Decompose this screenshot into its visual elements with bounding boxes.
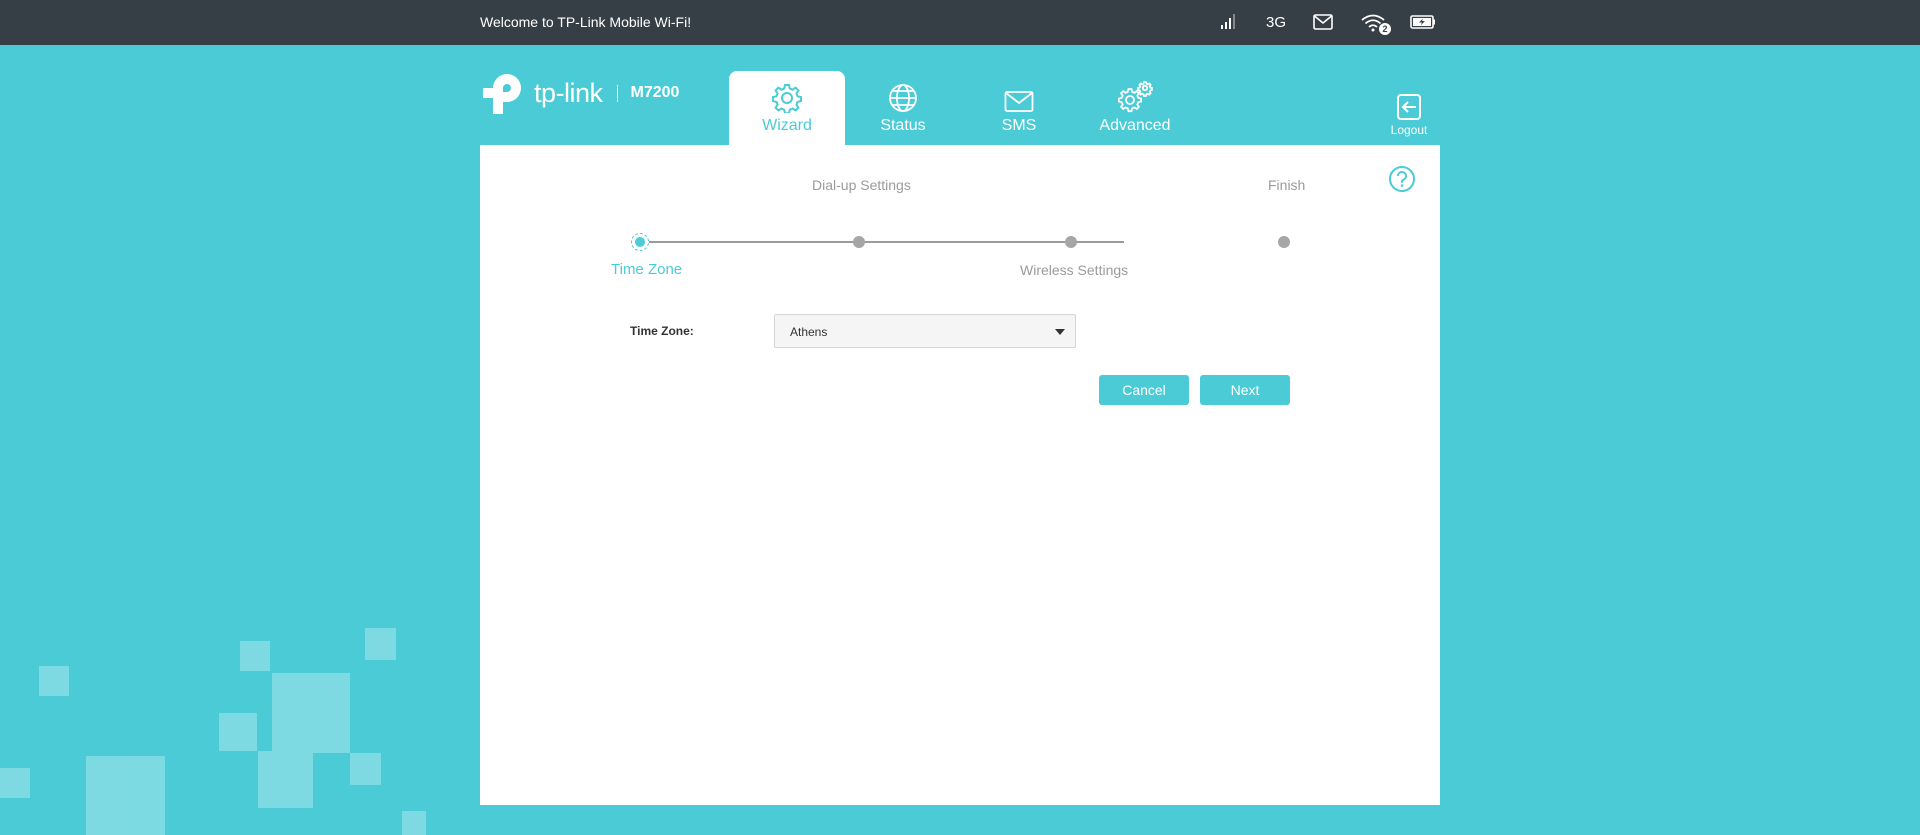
logout-button[interactable]: Logout	[1390, 93, 1428, 137]
chevron-down-icon	[1055, 329, 1065, 335]
welcome-text: Welcome to TP-Link Mobile Wi-Fi!	[480, 14, 692, 30]
step-label-time-zone: Time Zone	[611, 261, 683, 278]
step-dot-wireless[interactable]	[1065, 236, 1077, 248]
logout-label: Logout	[1390, 123, 1428, 137]
step-label-finish: Finish	[1268, 177, 1306, 193]
timezone-label: Time Zone:	[630, 324, 694, 338]
message-icon[interactable]	[1313, 14, 1333, 30]
step-dot-time-zone[interactable]	[631, 233, 649, 251]
brand-name: tp-link	[534, 77, 603, 108]
wifi-client-count: 2	[1379, 23, 1391, 35]
tab-label: Advanced	[1099, 117, 1171, 134]
step-label-dial-up: Dial-up Settings	[812, 177, 911, 193]
tab-advanced[interactable]: Advanced	[1077, 71, 1193, 145]
step-label-wireless: Wireless Settings	[1020, 262, 1129, 278]
tab-label: SMS	[1001, 117, 1037, 134]
network-type: 3G	[1266, 14, 1287, 31]
tab-sms[interactable]: SMS	[961, 71, 1077, 145]
gears-icon	[1117, 81, 1153, 113]
cancel-button[interactable]: Cancel	[1099, 375, 1189, 405]
gear-icon	[772, 83, 802, 113]
tab-label: Wizard	[762, 117, 812, 134]
envelope-icon	[1004, 83, 1034, 113]
tab-label: Status	[880, 117, 926, 134]
wizard-panel: Time Zone Dial-up Settings Wireless Sett…	[480, 145, 1440, 805]
device-model: M7200	[630, 84, 680, 101]
logout-icon	[1397, 94, 1421, 120]
step-dot-dial-up[interactable]	[853, 236, 865, 248]
tab-wizard[interactable]: Wizard	[729, 71, 845, 145]
globe-icon	[888, 83, 918, 113]
decorative-pattern	[0, 628, 426, 835]
step-dot-finish[interactable]	[1278, 236, 1290, 248]
status-bar: Welcome to TP-Link Mobile Wi-Fi! 3G 2	[0, 0, 1920, 45]
timezone-value: Athens	[790, 325, 828, 339]
signal-strength-icon	[1220, 12, 1240, 30]
brand-logo: tp-link M7200	[480, 68, 679, 118]
tab-status[interactable]: Status	[845, 71, 961, 145]
main-nav: Wizard Status SMS Advanced	[729, 71, 1193, 145]
timezone-select[interactable]: Athens	[774, 314, 1076, 348]
wifi-icon: 2	[1360, 12, 1391, 35]
battery-charging-icon	[1410, 14, 1436, 30]
tp-link-logo-icon	[483, 74, 521, 114]
help-icon[interactable]	[1388, 165, 1416, 198]
next-button[interactable]: Next	[1200, 375, 1290, 405]
logo-divider	[616, 84, 618, 102]
wizard-progress-track	[640, 241, 1124, 243]
